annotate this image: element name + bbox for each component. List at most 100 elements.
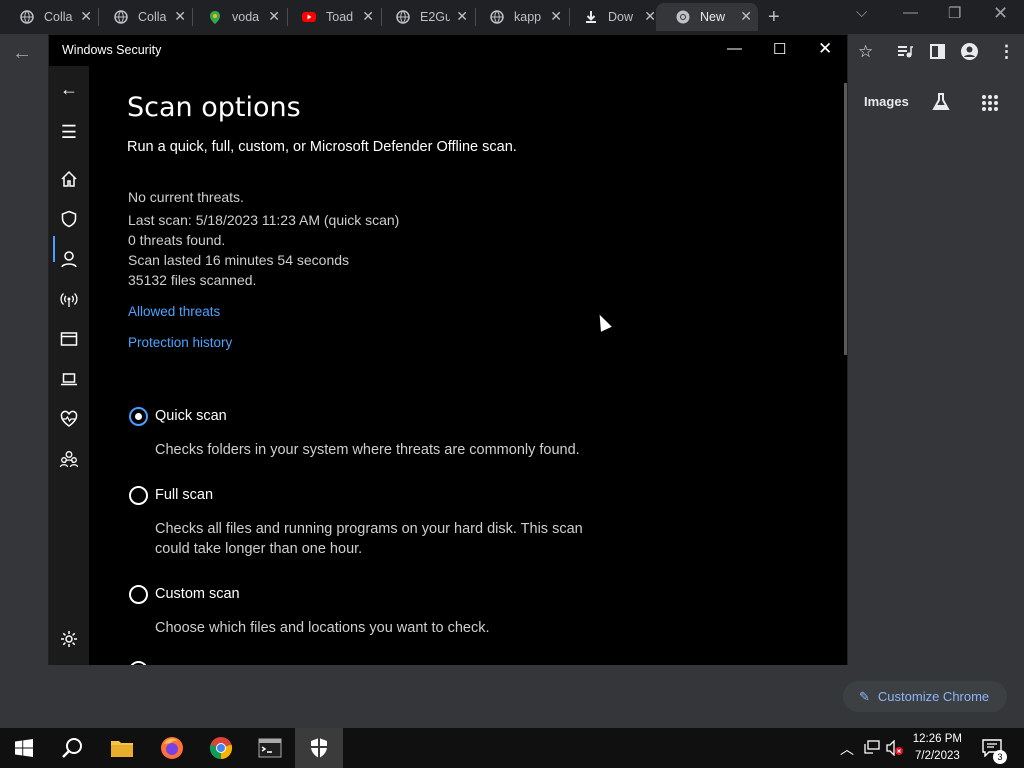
browser-tab[interactable]: E2Gu ✕	[376, 3, 474, 31]
terminal-icon	[258, 738, 282, 758]
content-scrollbar[interactable]	[844, 83, 847, 355]
windows-security-window: Windows Security — ☐ ✕ ← ☰ Scan options …	[48, 34, 848, 665]
chrome-icon	[676, 10, 690, 24]
side-panel-icon[interactable]	[930, 44, 945, 59]
browser-tab[interactable]: voda ✕	[188, 3, 286, 31]
windows-taskbar: ︿ 12:26 PM 7/2/2023 3	[0, 728, 1024, 768]
browser-tab[interactable]: Colla ✕	[0, 3, 98, 31]
close-tab-icon[interactable]: ✕	[362, 8, 374, 25]
tab-title: New	[700, 10, 726, 24]
chrome-close-icon[interactable]: ✕	[993, 3, 1008, 24]
apps-grid-icon[interactable]	[981, 94, 999, 112]
close-icon[interactable]: ✕	[818, 39, 832, 59]
allowed-threats-link[interactable]: Allowed threats	[128, 304, 220, 319]
threat-status-text: No current threats.	[128, 189, 244, 205]
folder-icon	[111, 741, 133, 757]
window-titlebar[interactable]: Windows Security — ☐ ✕	[49, 35, 847, 66]
search-button[interactable]	[48, 728, 96, 768]
last-scan-text: Last scan: 5/18/2023 11:23 AM (quick sca…	[128, 212, 400, 228]
youtube-icon	[302, 12, 316, 22]
windows-logo-icon	[15, 739, 33, 757]
back-arrow-icon[interactable]: ←	[60, 80, 78, 98]
account-person-icon[interactable]	[60, 250, 78, 268]
files-scanned-text: 35132 files scanned.	[128, 272, 257, 288]
full-scan-description: Checks all files and running programs on…	[155, 521, 583, 557]
chrome-tab-strip: Colla ✕ Colla ✕ voda ✕ Toad ✕ E2Gu ✕ kap…	[0, 0, 1024, 34]
chrome-icon	[209, 737, 233, 760]
maps-pin-icon	[210, 11, 220, 24]
volume-muted-icon[interactable]	[886, 740, 904, 756]
system-clock[interactable]: 12:26 PM 7/2/2023	[913, 731, 962, 765]
firefox-button[interactable]	[148, 728, 196, 768]
custom-scan-radio[interactable]	[129, 585, 148, 604]
hamburger-menu-icon[interactable]: ☰	[60, 123, 78, 141]
tray-chevron-up-icon[interactable]: ︿	[840, 739, 854, 759]
close-tab-icon[interactable]: ✕	[80, 8, 92, 25]
close-tab-icon[interactable]: ✕	[550, 8, 562, 25]
custom-scan-description: Choose which files and locations you wan…	[155, 620, 490, 636]
images-link[interactable]: Images	[864, 94, 909, 109]
clock-time: 12:26 PM	[912, 733, 962, 745]
security-nav-rail: ← ☰	[49, 66, 89, 665]
globe-icon	[114, 10, 128, 24]
profile-avatar-icon[interactable]	[961, 43, 978, 60]
minimize-icon[interactable]: —	[727, 40, 742, 57]
tab-search-chevron-icon[interactable]: ⌵	[856, 4, 867, 21]
window-title: Windows Security	[62, 43, 162, 57]
browser-tab[interactable]: kapp ✕	[470, 3, 568, 31]
windows-security-taskbar-button[interactable]	[295, 728, 343, 768]
browser-tab[interactable]: Colla ✕	[94, 3, 192, 31]
close-tab-icon[interactable]: ✕	[268, 8, 280, 25]
close-tab-icon[interactable]: ✕	[644, 8, 656, 25]
full-scan-radio[interactable]	[129, 486, 148, 505]
chrome-taskbar-button[interactable]	[197, 728, 245, 768]
device-health-heart-icon[interactable]	[60, 410, 78, 428]
clock-date: 7/2/2023	[915, 750, 960, 762]
close-tab-icon[interactable]: ✕	[174, 8, 186, 25]
tab-title: Colla	[138, 10, 167, 24]
labs-flask-icon[interactable]	[931, 92, 951, 112]
globe-icon	[20, 10, 34, 24]
globe-icon	[490, 10, 504, 24]
file-explorer-button[interactable]	[98, 728, 146, 768]
firewall-network-icon[interactable]	[60, 290, 78, 308]
customize-chrome-button[interactable]: ✎ Customize Chrome	[843, 681, 1007, 712]
nav-selection-indicator	[53, 236, 55, 262]
quick-scan-radio[interactable]	[129, 407, 148, 426]
firefox-icon	[161, 737, 183, 759]
chrome-back-arrow-icon[interactable]: ←	[12, 42, 32, 65]
protection-history-link[interactable]: Protection history	[128, 335, 232, 350]
terminal-button[interactable]	[246, 728, 294, 768]
family-options-icon[interactable]	[60, 450, 78, 468]
close-tab-icon[interactable]: ✕	[740, 8, 752, 25]
settings-gear-icon[interactable]	[60, 630, 78, 648]
custom-scan-label[interactable]: Custom scan	[155, 586, 240, 602]
search-icon	[62, 738, 82, 758]
home-icon[interactable]	[60, 170, 78, 188]
maximize-icon[interactable]: ☐	[773, 40, 786, 58]
close-tab-icon[interactable]: ✕	[456, 8, 468, 25]
shield-icon[interactable]	[60, 210, 78, 228]
download-icon	[586, 11, 596, 23]
chrome-menu-kebab-icon[interactable]: ⋮	[998, 42, 1015, 62]
bookmark-star-icon[interactable]: ☆	[858, 42, 873, 62]
network-monitor-icon[interactable]	[864, 740, 880, 754]
browser-tab[interactable]: Toad ✕	[282, 3, 380, 31]
device-security-laptop-icon[interactable]	[60, 370, 78, 388]
chrome-restore-icon[interactable]: ❐	[948, 4, 961, 22]
scan-duration-text: Scan lasted 16 minutes 54 seconds	[128, 252, 350, 268]
quick-scan-description: Checks folders in your system where thre…	[155, 442, 580, 458]
start-button[interactable]	[0, 728, 48, 768]
app-browser-control-icon[interactable]	[60, 330, 78, 348]
browser-tab[interactable]: Dow ✕	[564, 3, 662, 31]
browser-tab-active[interactable]: New ✕	[656, 3, 758, 31]
chrome-minimize-icon[interactable]: —	[903, 4, 918, 21]
quick-scan-label[interactable]: Quick scan	[155, 408, 227, 424]
offline-scan-radio[interactable]	[129, 661, 148, 665]
page-title: Scan options	[127, 92, 301, 123]
full-scan-label[interactable]: Full scan	[155, 487, 213, 503]
new-tab-plus-icon[interactable]: +	[768, 6, 780, 29]
tab-title: voda	[232, 10, 260, 24]
media-queue-icon[interactable]	[897, 45, 913, 59]
notification-badge: 3	[993, 750, 1007, 764]
